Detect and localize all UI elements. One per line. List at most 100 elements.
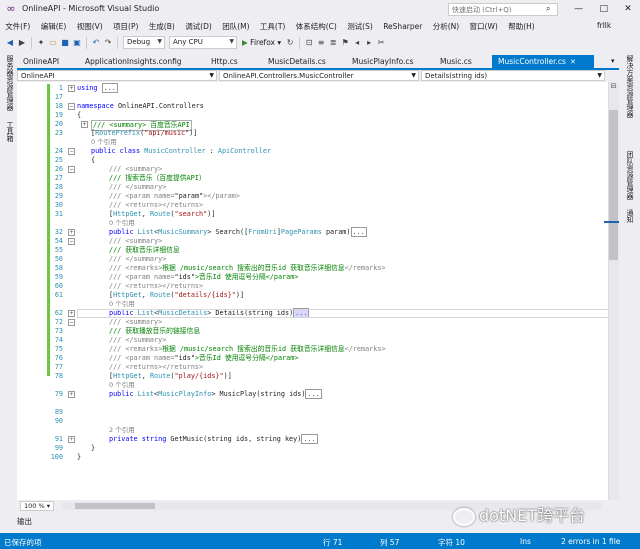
expand-icon[interactable]: + [68,391,75,398]
new-project-icon[interactable]: ✦ [35,38,47,47]
member-select[interactable]: Details(string ids) ▼ [421,70,605,81]
code-line: 91 + private string GetMusic(string ids, s… [17,434,608,444]
status-errors[interactable]: 2 errors in 1 file [561,537,620,546]
expand-icon[interactable]: + [68,436,75,443]
menu-help[interactable]: 帮助(H) [503,21,540,32]
tab-musicdetails-cs[interactable]: MusicDetails.cs [262,55,346,68]
uncomment-icon[interactable]: ≣ [327,38,339,47]
type-select[interactable]: OnlineAPI.Controllers.MusicController ▼ [219,70,419,81]
toolbox-tab[interactable]: 工具箱 [5,121,15,142]
zoom-select[interactable]: 100 % ▾ [20,501,54,511]
code-line: 17 [17,93,608,102]
collapsed-region[interactable]: ... [101,83,118,93]
collapse-icon[interactable]: − [68,148,75,155]
refresh-icon[interactable]: ↻ [284,38,296,47]
reference-count[interactable]: 0 个引用 [109,300,135,309]
collapse-icon[interactable]: − [68,166,75,173]
maximize-icon[interactable]: □ [599,4,608,14]
menu-test[interactable]: 测试(S) [342,21,378,32]
line-number: 89 [54,408,63,416]
tab-label: MusicController.cs [498,57,566,66]
horizontal-scrollbar-thumb[interactable] [75,503,155,509]
keyword: public [109,228,134,236]
menu-build[interactable]: 生成(B) [144,21,180,32]
user-name[interactable]: frllk [597,21,611,30]
chevron-down-icon: ▼ [209,72,214,79]
vertical-scrollbar-thumb[interactable] [609,110,618,260]
code-text: public class MusicController : ApiContro… [91,147,272,155]
clear-bookmarks-icon[interactable]: ✂ [375,38,387,47]
menu-window[interactable]: 窗口(W) [464,21,503,32]
menu-view[interactable]: 视图(V) [72,21,108,32]
forward-icon[interactable]: ▶ [16,38,28,47]
collapse-icon[interactable]: − [68,319,75,326]
standard-toolbar: ◀ ▶ ✦ ▭ ■ ▣ ↶ ↷ Debug ▼ Any CPU ▼ ▶ Firefo… [0,34,640,51]
expand-icon[interactable]: + [68,229,75,236]
expand-icon[interactable]: + [68,85,75,92]
close-icon[interactable]: ✕ [624,4,632,14]
code-editor[interactable]: 1 + using ... 17 18− namespace OnlineAPI.Co… [17,82,608,500]
prev-bookmark-icon[interactable]: ◂ [351,38,363,47]
reference-count[interactable]: 0 个引用 [91,138,117,147]
minimize-icon[interactable]: — [574,4,583,14]
tab-musiccontroller-cs[interactable]: MusicController.cs ✕ [492,55,594,68]
tab-onlineapi[interactable]: OnlineAPI [17,55,79,68]
menu-tools[interactable]: 工具(T) [255,21,291,32]
notifications-tab[interactable]: 通知 [625,209,635,223]
comment-icon[interactable]: ≡ [315,38,327,47]
menu-project[interactable]: 项目(P) [108,21,144,32]
tab-http-cs[interactable]: Http.cs [205,55,262,68]
save-icon[interactable]: ■ [59,38,71,47]
reference-count[interactable]: 0 个引用 [109,219,135,228]
collapsed-region[interactable]: ... [301,434,318,444]
menu-edit[interactable]: 编辑(E) [36,21,72,32]
output-panel-tab[interactable]: 输出 [17,516,32,527]
redo-icon[interactable]: ↷ [102,38,114,47]
team-explorer-tab[interactable]: 团队资源管理器 [625,151,635,200]
quick-launch-input[interactable]: 快速启动 (Ctrl+Q) [448,3,558,16]
bookmark-icon[interactable]: ⚑ [339,38,351,47]
project-select[interactable]: OnlineAPI ▼ [17,70,217,81]
doc-text: >音乐Id 使用逗号分隔</param> [194,273,299,281]
undo-icon[interactable]: ↶ [90,38,102,47]
solution-explorer-tab[interactable]: 解决方案资源管理器 [625,55,635,118]
back-icon[interactable]: ◀ [4,38,16,47]
menu-debug[interactable]: 调试(D) [180,21,217,32]
tab-music-cs[interactable]: Music.cs [434,55,492,68]
search-icon[interactable]: ⌕ [546,4,550,14]
tab-musicplayinfo-cs[interactable]: MusicPlayInfo.cs [346,55,434,68]
expand-icon[interactable]: + [81,121,88,128]
reference-count[interactable]: 0 个引用 [109,381,135,390]
configuration-select[interactable]: Debug ▼ [123,36,165,49]
platform-select[interactable]: Any CPU ▼ [169,36,237,49]
menu-team[interactable]: 团队(M) [217,21,255,32]
menu-file[interactable]: 文件(F) [0,21,36,32]
menu-resharper[interactable]: ReSharper [378,22,428,31]
menu-analyze[interactable]: 分析(N) [428,21,465,32]
menu-architecture[interactable]: 体系结构(C) [291,21,342,32]
reference-count[interactable]: 2 个引用 [109,426,135,435]
open-file-icon[interactable]: ▭ [47,38,59,47]
tab-applicationinsights-config[interactable]: ApplicationInsights.config [79,55,205,68]
server-explorer-tab[interactable]: 服务器资源管理器 [5,55,15,111]
collapsed-region[interactable]: ... [305,389,322,399]
doc-attr: "ids" [174,273,195,281]
save-all-icon[interactable]: ▣ [71,38,83,47]
expand-icon[interactable]: + [68,310,75,317]
collapse-icon[interactable]: − [68,103,75,110]
tab-overflow-icon[interactable]: ▾ [611,57,615,65]
line-number: 91 [54,435,63,443]
run-button[interactable]: ▶ Firefox ▾ [242,38,281,47]
collapsed-region[interactable]: ... [350,227,367,237]
code-line: 19{ [17,111,608,120]
type-name: MusicController [144,147,206,155]
code-text: public List<MusicPlayInfo> MusicPlay(str… [109,389,322,399]
doc-comment: /// </summary> [109,183,167,191]
collapse-icon[interactable]: − [68,238,75,245]
next-bookmark-icon[interactable]: ▸ [363,38,375,47]
code-line: 79 + public List<MusicPlayInfo> MusicPlay(… [17,389,608,399]
close-icon[interactable]: ✕ [570,58,576,66]
browser-link-icon[interactable]: ⊡ [303,38,315,47]
code-line: 75/// <remarks>根据 /music/search 搜索出的音乐id… [17,345,608,354]
split-icon[interactable]: ⊟ [608,82,619,92]
